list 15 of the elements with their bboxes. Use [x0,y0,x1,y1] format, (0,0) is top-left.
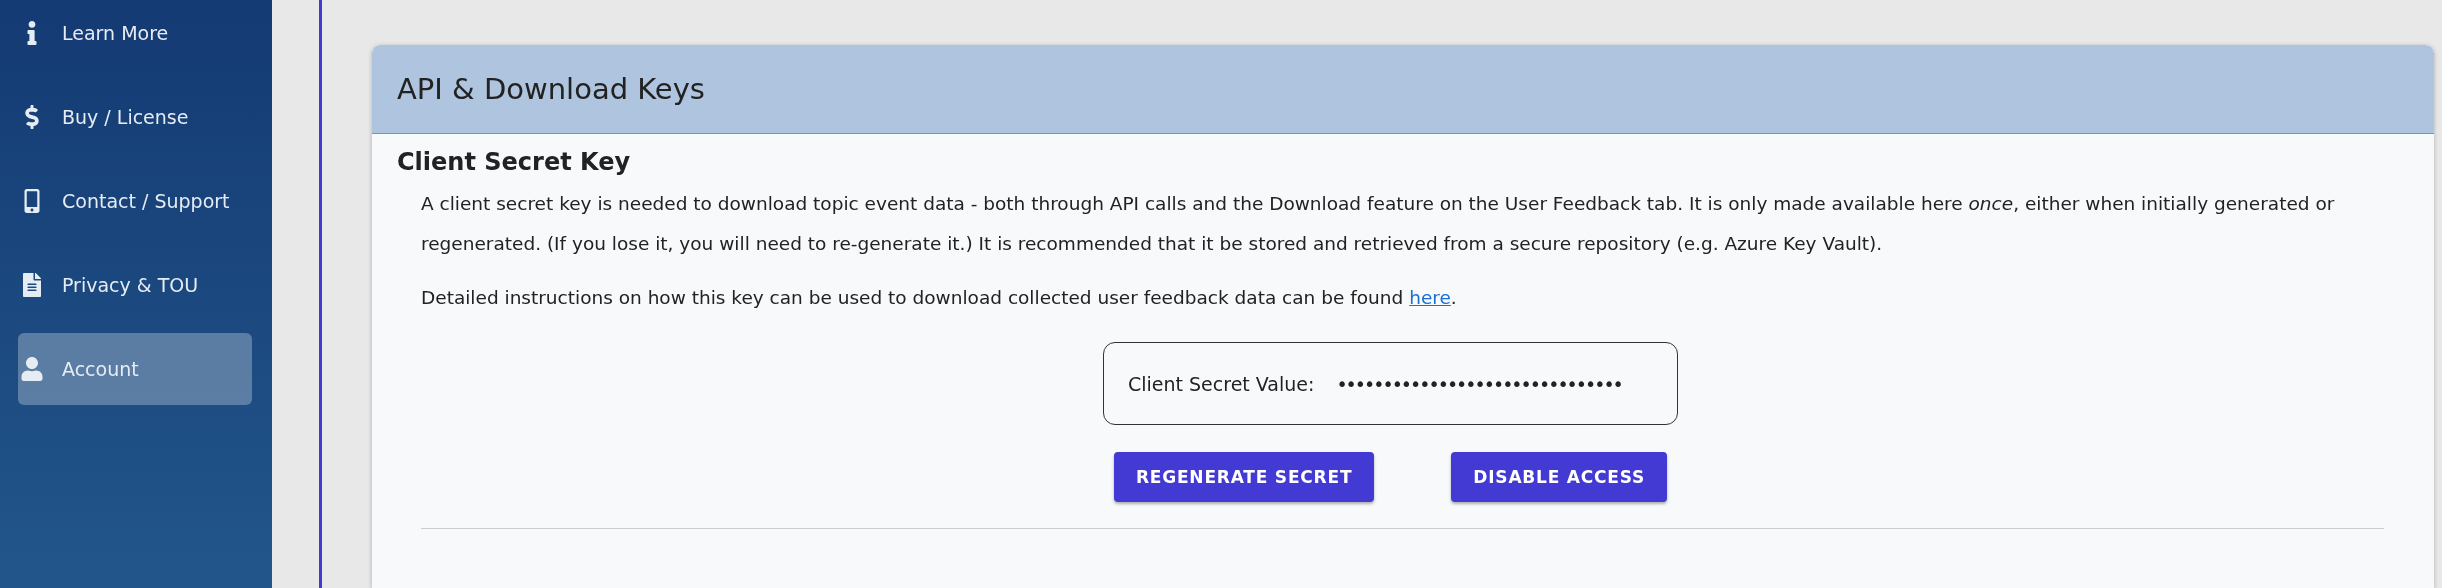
sidebar-item[interactable]: Contact / Support [18,165,252,237]
secret-field[interactable]: Client Secret Value: ••••••••••••••••••••••••••••••• [1103,342,1678,425]
secret-label: Client Secret Value: [1128,372,1315,395]
section-title: Client Secret Key [397,148,632,176]
secret-value: ••••••••••••••••••••••••••••••• [1336,372,1622,395]
here-link[interactable]: here [1409,287,1451,308]
sidebar-item[interactable]: Account [18,333,252,405]
sidebar-item[interactable]: Privacy & TOU [18,249,252,321]
sidebar-item[interactable]: Buy / License [18,81,252,153]
card-title: API & Download Keys [397,72,705,106]
regenerate-button[interactable]: REGENERATE SECRET [1113,452,1375,502]
instructions-text: Detailed instructions on how this key can be used to download collected user feedback data can be found here. [421,286,1458,310]
sidebar-item[interactable]: Learn More [18,0,252,69]
description-text: A client secret key is needed to download topic event data - both through API calls and the Download feature on the User Feedback tab. It is only made available here once, either when initially generated or regenerated. (If you lose it, you will need to re-generate it.) It is recommended that it be stored and retrieved from a secure repository (e.g. Azure Key Vault). [421,192,2336,256]
disable-button[interactable]: DISABLE ACCESS [1451,452,1668,502]
